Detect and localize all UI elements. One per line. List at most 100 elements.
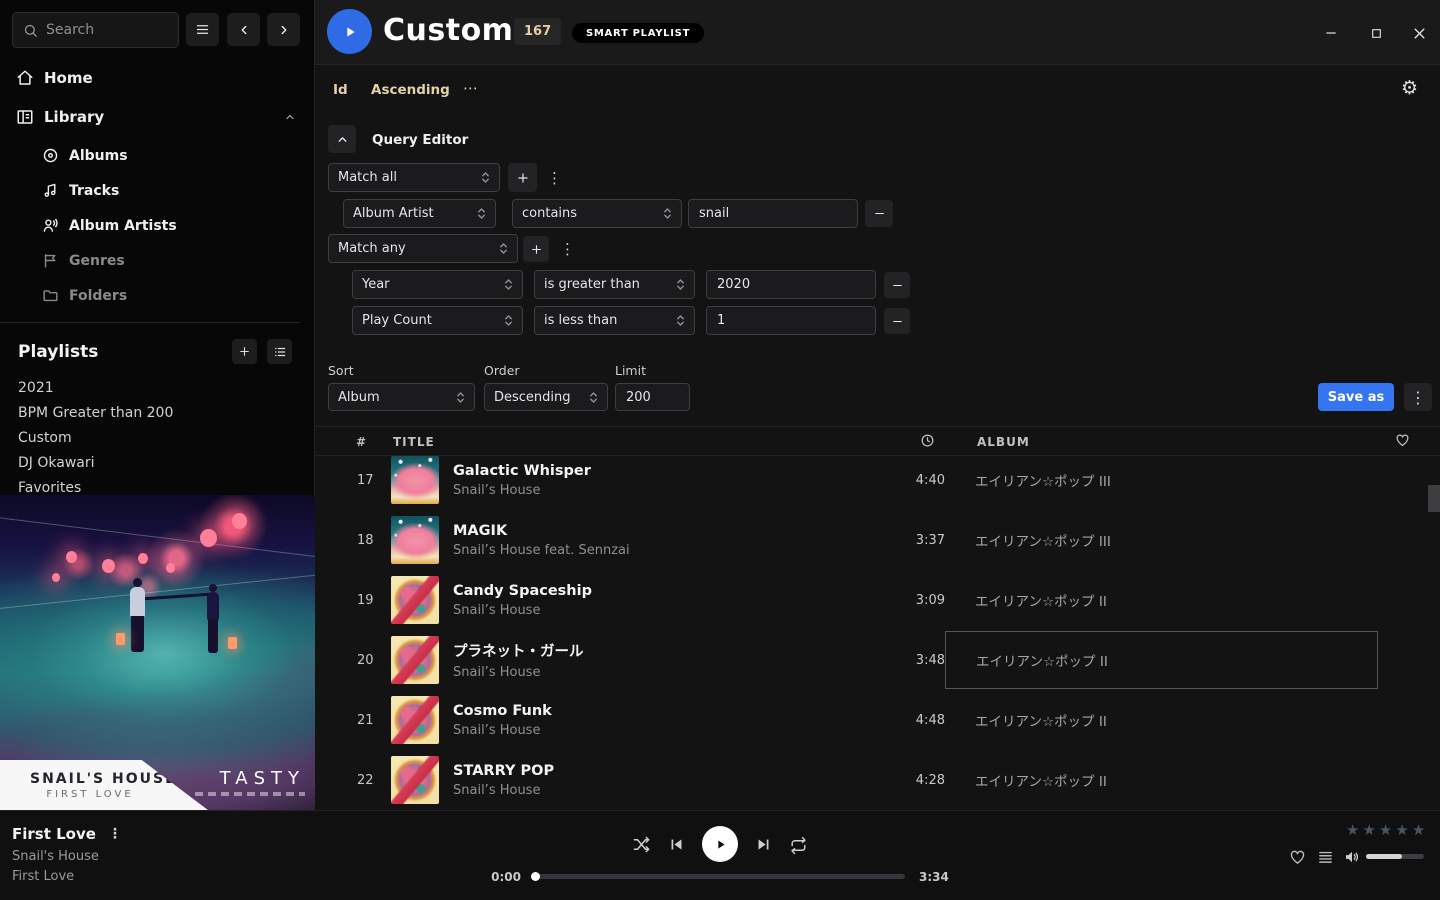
rule-operator-select[interactable]: is less than: [534, 306, 695, 335]
now-playing-title[interactable]: First Love: [12, 825, 96, 843]
favorite-button[interactable]: [1289, 849, 1306, 866]
track-album[interactable]: エイリアン☆ポップ II: [945, 690, 1378, 750]
table-row[interactable]: 19 Candy Spaceship Snail’s House 3:09 エイ…: [315, 570, 1440, 630]
track-album[interactable]: エイリアン☆ポップ II: [945, 750, 1378, 810]
track-artist[interactable]: Snail’s House: [453, 783, 875, 798]
table-row[interactable]: 18 MAGIK Snail’s House feat. Sennzai 3:3…: [315, 510, 1440, 570]
limit-input[interactable]: [615, 383, 690, 411]
track-album[interactable]: エイリアン☆ポップ III: [945, 450, 1378, 510]
star-icon[interactable]: ★: [1412, 821, 1425, 839]
playlist-item[interactable]: Custom: [0, 425, 300, 450]
playlist-item[interactable]: 2021: [0, 375, 300, 400]
table-row[interactable]: 17 Galactic Whisper Snail’s House 4:40 エ…: [315, 450, 1440, 510]
track-title[interactable]: プラネット・ガール: [453, 640, 875, 661]
play-pause-button[interactable]: [702, 826, 738, 862]
add-playlist-button[interactable]: [232, 339, 257, 364]
sort-order-button[interactable]: Ascending: [371, 82, 450, 98]
shuffle-button[interactable]: [632, 835, 651, 854]
forward-button[interactable]: [267, 13, 300, 46]
track-title[interactable]: STARRY POP: [453, 763, 875, 779]
star-icon[interactable]: ★: [1362, 821, 1375, 839]
add-rule-button-2[interactable]: [523, 236, 549, 262]
rule-field-select[interactable]: Play Count: [352, 306, 523, 335]
track-album-focused-cell[interactable]: エイリアン☆ポップ II: [945, 631, 1378, 689]
rule-operator-select[interactable]: contains: [512, 199, 682, 228]
order-select[interactable]: Descending: [484, 383, 608, 411]
sidebar-item-folders[interactable]: Folders: [0, 278, 314, 313]
column-title[interactable]: TITLE: [393, 435, 435, 449]
table-row[interactable]: 22 STARRY POP Snail’s House 4:28 エイリアン☆ポ…: [315, 750, 1440, 810]
track-artist[interactable]: Snail’s House: [453, 723, 875, 738]
column-album[interactable]: ALBUM: [977, 435, 1030, 449]
rule-value-input[interactable]: [706, 306, 876, 335]
playlist-item[interactable]: BPM Greater than 200: [0, 400, 300, 425]
match-type-select-1[interactable]: Match all: [328, 163, 500, 192]
track-artist[interactable]: Snail’s House: [453, 665, 875, 680]
seek-slider[interactable]: [535, 874, 905, 879]
rule-field-select[interactable]: Year: [352, 270, 523, 299]
album-cover-thumbnail[interactable]: [391, 756, 439, 804]
star-icon[interactable]: ★: [1346, 821, 1359, 839]
table-row[interactable]: 21 Cosmo Funk Snail’s House 4:48 エイリアン☆ポ…: [315, 690, 1440, 750]
more-options-button[interactable]: ⋯: [463, 79, 478, 97]
remove-rule-button[interactable]: [865, 200, 893, 227]
track-album[interactable]: エイリアン☆ポップ III: [945, 510, 1378, 570]
seek-thumb[interactable]: [531, 872, 540, 881]
save-as-button[interactable]: Save as: [1318, 383, 1394, 411]
album-cover-thumbnail[interactable]: [391, 636, 439, 684]
search-field[interactable]: [46, 22, 156, 38]
window-maximize-button[interactable]: [1367, 24, 1385, 42]
now-playing-album[interactable]: First Love: [12, 869, 74, 884]
star-icon[interactable]: ★: [1379, 821, 1392, 839]
star-icon[interactable]: ★: [1395, 821, 1408, 839]
window-minimize-button[interactable]: [1322, 24, 1340, 42]
settings-gear-icon[interactable]: ⚙: [1401, 77, 1418, 99]
track-artist[interactable]: Snail’s House: [453, 603, 875, 618]
group-menu-button-2[interactable]: ⋮: [560, 234, 575, 263]
track-title[interactable]: Candy Spaceship: [453, 583, 875, 599]
group-menu-button-1[interactable]: ⋮: [547, 163, 562, 192]
next-button[interactable]: [755, 836, 772, 853]
sidebar-item-albums[interactable]: Albums: [0, 138, 314, 173]
track-title[interactable]: Galactic Whisper: [453, 463, 875, 479]
column-index[interactable]: #: [356, 435, 367, 449]
duration-clock-icon[interactable]: [920, 433, 935, 448]
now-playing-album-art[interactable]: SNAIL'S HOUSE FIRST LOVE TASTY: [0, 495, 315, 810]
sidebar-item-library[interactable]: Library: [0, 97, 314, 136]
scrollbar-thumb[interactable]: [1428, 485, 1440, 512]
match-type-select-2[interactable]: Match any: [328, 234, 518, 263]
now-playing-menu-button[interactable]: ⋮: [108, 826, 122, 842]
remove-rule-button[interactable]: [884, 308, 910, 334]
album-cover-thumbnail[interactable]: [391, 516, 439, 564]
track-title[interactable]: Cosmo Funk: [453, 703, 875, 719]
track-artist[interactable]: Snail’s House feat. Sennzai: [453, 543, 875, 558]
save-options-button[interactable]: ⋮: [1404, 383, 1432, 411]
previous-button[interactable]: [668, 836, 685, 853]
sidebar-item-album-artists[interactable]: Album Artists: [0, 208, 314, 243]
sort-field-button[interactable]: Id: [333, 82, 348, 98]
volume-button[interactable]: [1343, 848, 1361, 866]
sidebar-item-home[interactable]: Home: [0, 58, 314, 97]
rule-value-input[interactable]: [706, 270, 876, 299]
album-cover-thumbnail[interactable]: [391, 456, 439, 504]
back-button[interactable]: [227, 13, 260, 46]
favorite-heart-icon[interactable]: [1395, 433, 1410, 448]
rule-value-input[interactable]: [688, 199, 858, 228]
sort-select[interactable]: Album: [328, 383, 475, 411]
table-row[interactable]: 20 プラネット・ガール Snail’s House 3:48 エイリアン☆ポッ…: [315, 630, 1440, 690]
sidebar-item-tracks[interactable]: Tracks: [0, 173, 314, 208]
rule-operator-select[interactable]: is greater than: [534, 270, 695, 299]
play-playlist-button[interactable]: [327, 9, 372, 54]
search-input[interactable]: [12, 12, 179, 48]
repeat-button[interactable]: [789, 836, 808, 855]
sidebar-item-genres[interactable]: Genres: [0, 243, 314, 278]
collapse-chevron-icon[interactable]: [284, 111, 296, 123]
menu-button[interactable]: [186, 13, 219, 46]
playlist-item[interactable]: DJ Okawari: [0, 450, 300, 475]
remove-rule-button[interactable]: [884, 272, 910, 298]
track-title[interactable]: MAGIK: [453, 523, 875, 539]
queue-button[interactable]: [1317, 849, 1334, 866]
now-playing-artist[interactable]: Snail's House: [12, 849, 99, 864]
query-editor-collapse-button[interactable]: [328, 125, 356, 153]
window-close-button[interactable]: [1410, 24, 1428, 42]
